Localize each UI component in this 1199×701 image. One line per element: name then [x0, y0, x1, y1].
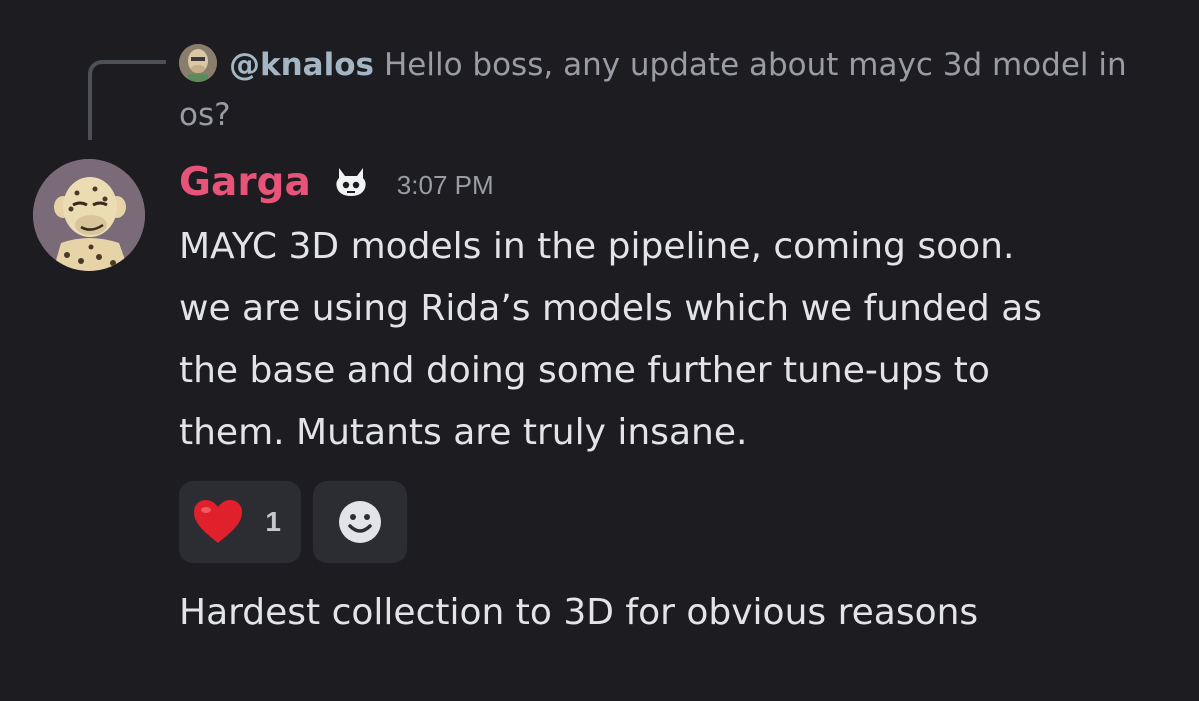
add-reaction-button[interactable] — [313, 481, 407, 563]
add-reaction-smiley-icon — [339, 501, 381, 543]
author-avatar[interactable] — [33, 159, 145, 271]
robot-badge-icon[interactable] — [333, 164, 369, 200]
heart-reaction-button[interactable]: 1 — [179, 481, 301, 563]
reply-avatar-icon[interactable] — [179, 44, 217, 82]
author-name[interactable]: Garga — [179, 160, 311, 205]
message-line: we are using Rida’s models which we fund… — [179, 288, 1043, 329]
heart-reaction-count: 1 — [265, 506, 281, 537]
reply-reference[interactable]: @knalos Hello boss, any update about mayc… — [179, 40, 1169, 140]
reply-connector-line — [88, 60, 166, 140]
chat-view: @knalos Hello boss, any update about mayc… — [0, 0, 1199, 701]
message-content: MAYC 3D models in the pipeline, coming s… — [179, 216, 1169, 464]
message-header: Garga 3:07 PM — [179, 156, 494, 208]
message-line: them. Mutants are truly insane. — [179, 412, 748, 453]
message-line: MAYC 3D models in the pipeline, coming s… — [179, 226, 1015, 267]
message-timestamp[interactable]: 3:07 PM — [397, 164, 494, 201]
message-line: the base and doing some further tune-ups… — [179, 350, 990, 391]
reply-author[interactable]: @knalos — [229, 47, 374, 83]
leopard-ape-avatar-icon — [33, 159, 145, 271]
red-heart-icon — [194, 500, 242, 543]
reactions-bar: 1 — [179, 481, 407, 563]
followup-message: Hardest collection to 3D for obvious rea… — [179, 592, 979, 633]
